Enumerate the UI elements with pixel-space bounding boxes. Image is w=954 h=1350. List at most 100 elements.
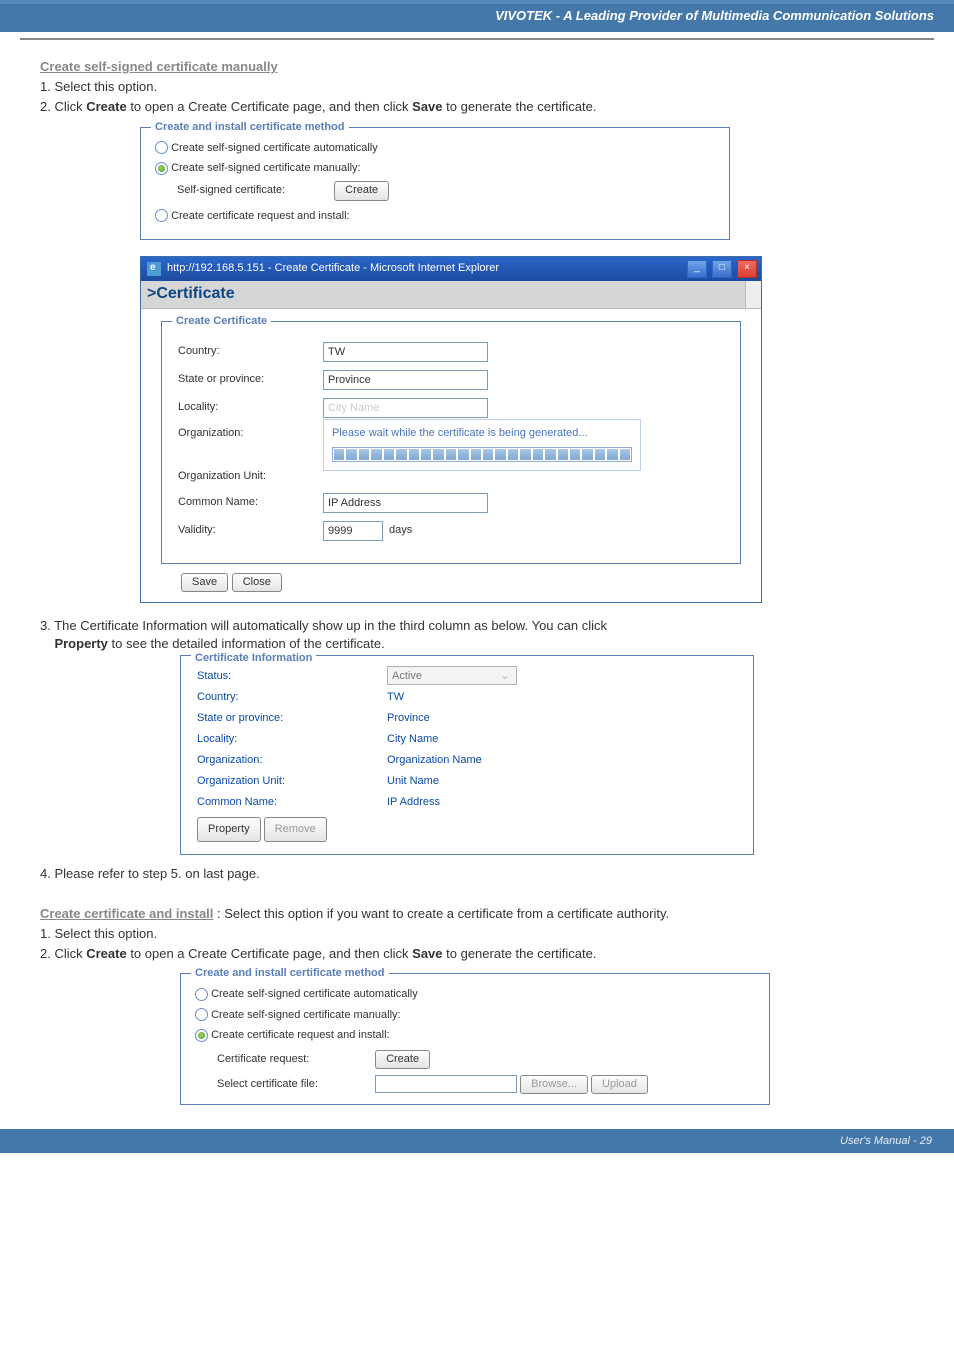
state-input[interactable] — [323, 370, 488, 390]
sec5-title: Create certificate and install — [40, 906, 213, 921]
sec5-step1: 1. Select this option. — [40, 925, 914, 943]
cert-method-fieldset-2: Create and install certificate method Cr… — [180, 973, 770, 1105]
cert-info-fieldset: Certificate Information Status: Active ⌄… — [180, 655, 754, 854]
self-signed-label: Self-signed certificate: — [177, 184, 285, 196]
country-label: Country: — [178, 344, 323, 359]
footer-text: User's Manual - 29 — [840, 1135, 932, 1147]
ie-window: http://192.168.5.151 - Create Certificat… — [140, 256, 762, 603]
browse-button[interactable]: Browse... — [520, 1075, 588, 1094]
minimize-button[interactable]: _ — [687, 260, 707, 278]
create-cert-fieldset: Create Certificate Country: State or pro… — [161, 321, 741, 564]
radio-request[interactable] — [155, 209, 168, 222]
sec5-desc: : Select this option if you want to crea… — [213, 906, 669, 921]
step4: 4. Please refer to step 5. on last page. — [40, 865, 914, 883]
window-titlebar: http://192.168.5.151 - Create Certificat… — [141, 257, 761, 281]
create-button-2[interactable]: Create — [375, 1050, 430, 1069]
window-title: http://192.168.5.151 - Create Certificat… — [167, 261, 679, 276]
file-input[interactable] — [375, 1075, 517, 1093]
ci-loc-v: City Name — [387, 729, 438, 750]
maximize-button[interactable]: □ — [712, 260, 732, 278]
ci-state-l: State or province: — [197, 708, 387, 729]
orgunit-label: Organization Unit: — [178, 469, 323, 484]
status-select[interactable]: Active ⌄ — [387, 666, 517, 685]
radio-request-2[interactable] — [195, 1029, 208, 1042]
status-label: Status: — [197, 666, 387, 687]
t: 2. Click — [40, 946, 86, 961]
divider — [20, 38, 934, 40]
radio-manual[interactable] — [155, 162, 168, 175]
radio-auto-label-2: Create self-signed certificate automatic… — [211, 988, 418, 1000]
cert-req-label: Certificate request: — [217, 1052, 372, 1067]
remove-button[interactable]: Remove — [264, 817, 327, 842]
radio-request-label-2: Create certificate request and install: — [211, 1029, 390, 1041]
select-file-label: Select certificate file: — [217, 1077, 372, 1092]
header-title: VIVOTEK - A Leading Provider of Multimed… — [495, 8, 934, 23]
status-value: Active — [392, 666, 422, 687]
locality-input[interactable] — [323, 398, 488, 418]
t: to generate the certificate. — [443, 946, 597, 961]
locality-label: Locality: — [178, 400, 323, 415]
legend: Create and install certificate method — [191, 966, 389, 981]
ci-cn-l: Common Name: — [197, 792, 387, 813]
window-controls: _ □ × — [685, 260, 757, 278]
sec5-step2: 2. Click Create to open a Create Certifi… — [40, 945, 914, 963]
close-button-2[interactable]: Close — [232, 573, 282, 592]
cert-method-fieldset-1: Create and install certificate method Cr… — [140, 127, 730, 241]
t: 2. Click — [40, 99, 86, 114]
popup-text: Please wait while the certificate is bei… — [332, 426, 632, 441]
generating-popup: Please wait while the certificate is bei… — [323, 419, 641, 471]
ci-ou-l: Organization Unit: — [197, 771, 387, 792]
ci-country-l: Country: — [197, 687, 387, 708]
ci-state-v: Province — [387, 708, 430, 729]
page-heading: >Certificate — [141, 281, 761, 308]
legend: Create and install certificate method — [151, 120, 349, 135]
legend: Certificate Information — [191, 648, 316, 669]
legend: Create Certificate — [172, 314, 271, 329]
t: to open a Create Certificate page, and t… — [127, 99, 412, 114]
page-heading-text: >Certificate — [147, 285, 235, 302]
ci-org-l: Organization: — [197, 750, 387, 771]
step2: 2. Click Create to open a Create Certifi… — [40, 98, 914, 116]
country-input[interactable] — [323, 342, 488, 362]
validity-label: Validity: — [178, 523, 323, 538]
radio-auto-2[interactable] — [195, 988, 208, 1001]
create-button-1[interactable]: Create — [334, 181, 389, 200]
footer-band: User's Manual - 29 — [0, 1129, 954, 1153]
common-label: Common Name: — [178, 495, 323, 510]
radio-auto-label: Create self-signed certificate automatic… — [171, 142, 378, 154]
radio-manual-label-2: Create self-signed certificate manually: — [211, 1009, 401, 1021]
t: to open a Create Certificate page, and t… — [127, 946, 412, 961]
property-button[interactable]: Property — [197, 817, 261, 842]
t: Create — [86, 946, 126, 961]
t: Save — [412, 99, 442, 114]
t: Property — [54, 636, 107, 651]
header-band: VIVOTEK - A Leading Provider of Multimed… — [0, 0, 954, 32]
common-input[interactable] — [323, 493, 488, 513]
section1-title: Create self-signed certificate manually — [40, 58, 914, 76]
org-label: Organization: — [178, 426, 323, 441]
radio-manual-label: Create self-signed certificate manually: — [171, 162, 361, 174]
close-button[interactable]: × — [737, 260, 757, 278]
t: Save — [412, 946, 442, 961]
ie-icon — [147, 262, 161, 276]
progress-bar — [332, 447, 632, 462]
step1: 1. Select this option. — [40, 78, 914, 96]
t: 3. The Certificate Information will auto… — [40, 618, 607, 633]
ci-ou-v: Unit Name — [387, 771, 439, 792]
ci-org-v: Organization Name — [387, 750, 482, 771]
ci-country-v: TW — [387, 687, 404, 708]
upload-button[interactable]: Upload — [591, 1075, 648, 1094]
ci-cn-v: IP Address — [387, 792, 440, 813]
t: to generate the certificate. — [443, 99, 597, 114]
ci-loc-l: Locality: — [197, 729, 387, 750]
chevron-down-icon: ⌄ — [498, 666, 512, 687]
t: Create — [86, 99, 126, 114]
sec5-line: Create certificate and install : Select … — [40, 905, 914, 923]
state-label: State or province: — [178, 372, 323, 387]
days-label: days — [389, 523, 412, 538]
radio-auto[interactable] — [155, 141, 168, 154]
radio-manual-2[interactable] — [195, 1008, 208, 1021]
scrollbar[interactable] — [745, 281, 761, 307]
save-button[interactable]: Save — [181, 573, 228, 592]
validity-input[interactable] — [323, 521, 383, 541]
